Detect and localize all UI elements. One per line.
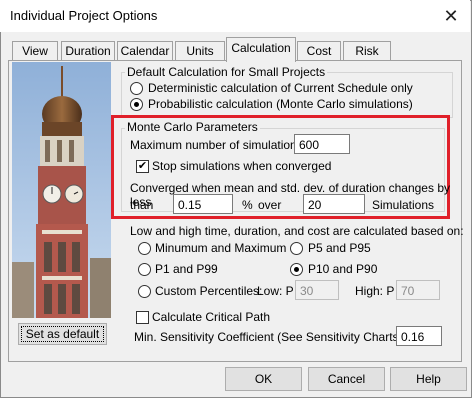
max-sims-label: Maximum number of simulations: — [130, 138, 307, 152]
simulations-label: Simulations — [372, 198, 435, 212]
custom-radio[interactable] — [138, 285, 151, 298]
p1-radio[interactable] — [138, 263, 151, 276]
tab-label: Calculation — [231, 41, 291, 55]
sensitivity-input[interactable]: 0.16 — [396, 326, 442, 346]
tab-label: Units — [186, 44, 214, 58]
window-title: Individual Project Options — [10, 8, 158, 23]
than-input[interactable]: 0.15 — [173, 194, 233, 214]
tab-duration[interactable]: Duration — [61, 41, 115, 61]
clock-tower-image — [12, 62, 111, 318]
high-p-label: High: P — [355, 284, 395, 298]
tab-calculation[interactable]: Calculation — [226, 37, 296, 62]
stop-converged-checkbox[interactable]: ✔ — [136, 160, 149, 173]
p10-radio[interactable] — [290, 263, 303, 276]
probabilistic-label: Probabilistic calculation (Monte Carlo s… — [148, 97, 413, 111]
tab-risk[interactable]: Risk — [343, 41, 391, 61]
monte-carlo-legend: Monte Carlo Parameters — [125, 120, 260, 134]
over-label: over — [258, 198, 282, 212]
range-label: Low and high time, duration, and cost ar… — [130, 224, 464, 238]
over-input[interactable]: 20 — [303, 194, 365, 214]
tab-label: Risk — [355, 44, 379, 58]
probabilistic-radio[interactable] — [130, 98, 143, 111]
critical-path-label: Calculate Critical Path — [152, 310, 271, 324]
p1-label: P1 and P99 — [155, 262, 218, 276]
high-p-input[interactable]: 70 — [396, 280, 440, 300]
tab-units[interactable]: Units — [175, 41, 225, 61]
tab-label: Calendar — [120, 44, 170, 58]
title-bar: Individual Project Options ✕ — [0, 0, 470, 32]
low-p-label: Low: P — [257, 284, 294, 298]
tab-cost[interactable]: Cost — [297, 41, 341, 61]
minmax-radio[interactable] — [138, 242, 151, 255]
tab-label: Cost — [306, 44, 332, 58]
deterministic-radio[interactable] — [130, 82, 143, 95]
ok-button[interactable]: OK — [225, 367, 302, 391]
close-icon[interactable]: ✕ — [436, 2, 466, 30]
custom-label: Custom Percentiles: — [155, 284, 263, 298]
tab-calendar[interactable]: Calendar — [117, 41, 173, 61]
sensitivity-label: Min. Sensitivity Coefficient (See Sensit… — [134, 330, 406, 344]
cancel-button[interactable]: Cancel — [308, 367, 385, 391]
minmax-label: Minumum and Maximum — [155, 241, 287, 255]
help-button[interactable]: Help — [390, 367, 467, 391]
than-label: than — [130, 198, 154, 212]
low-p-input[interactable]: 30 — [295, 280, 339, 300]
p5-radio[interactable] — [290, 242, 303, 255]
set-as-default-label: Set as default — [21, 326, 104, 342]
tab-label: View — [22, 44, 48, 58]
p5-label: P5 and P95 — [308, 241, 371, 255]
percent-label: % — [242, 198, 253, 212]
max-sims-input[interactable]: 600 — [294, 134, 350, 154]
p10-label: P10 and P90 — [308, 262, 378, 276]
default-calc-legend: Default Calculation for Small Projects — [125, 65, 328, 79]
deterministic-label: Deterministic calculation of Current Sch… — [148, 81, 413, 95]
critical-path-checkbox[interactable] — [136, 311, 149, 324]
tab-view[interactable]: View — [12, 41, 58, 61]
stop-converged-label: Stop simulations when converged — [152, 159, 332, 173]
set-as-default-button[interactable]: Set as default — [18, 323, 107, 345]
tab-label: Duration — [65, 44, 111, 58]
